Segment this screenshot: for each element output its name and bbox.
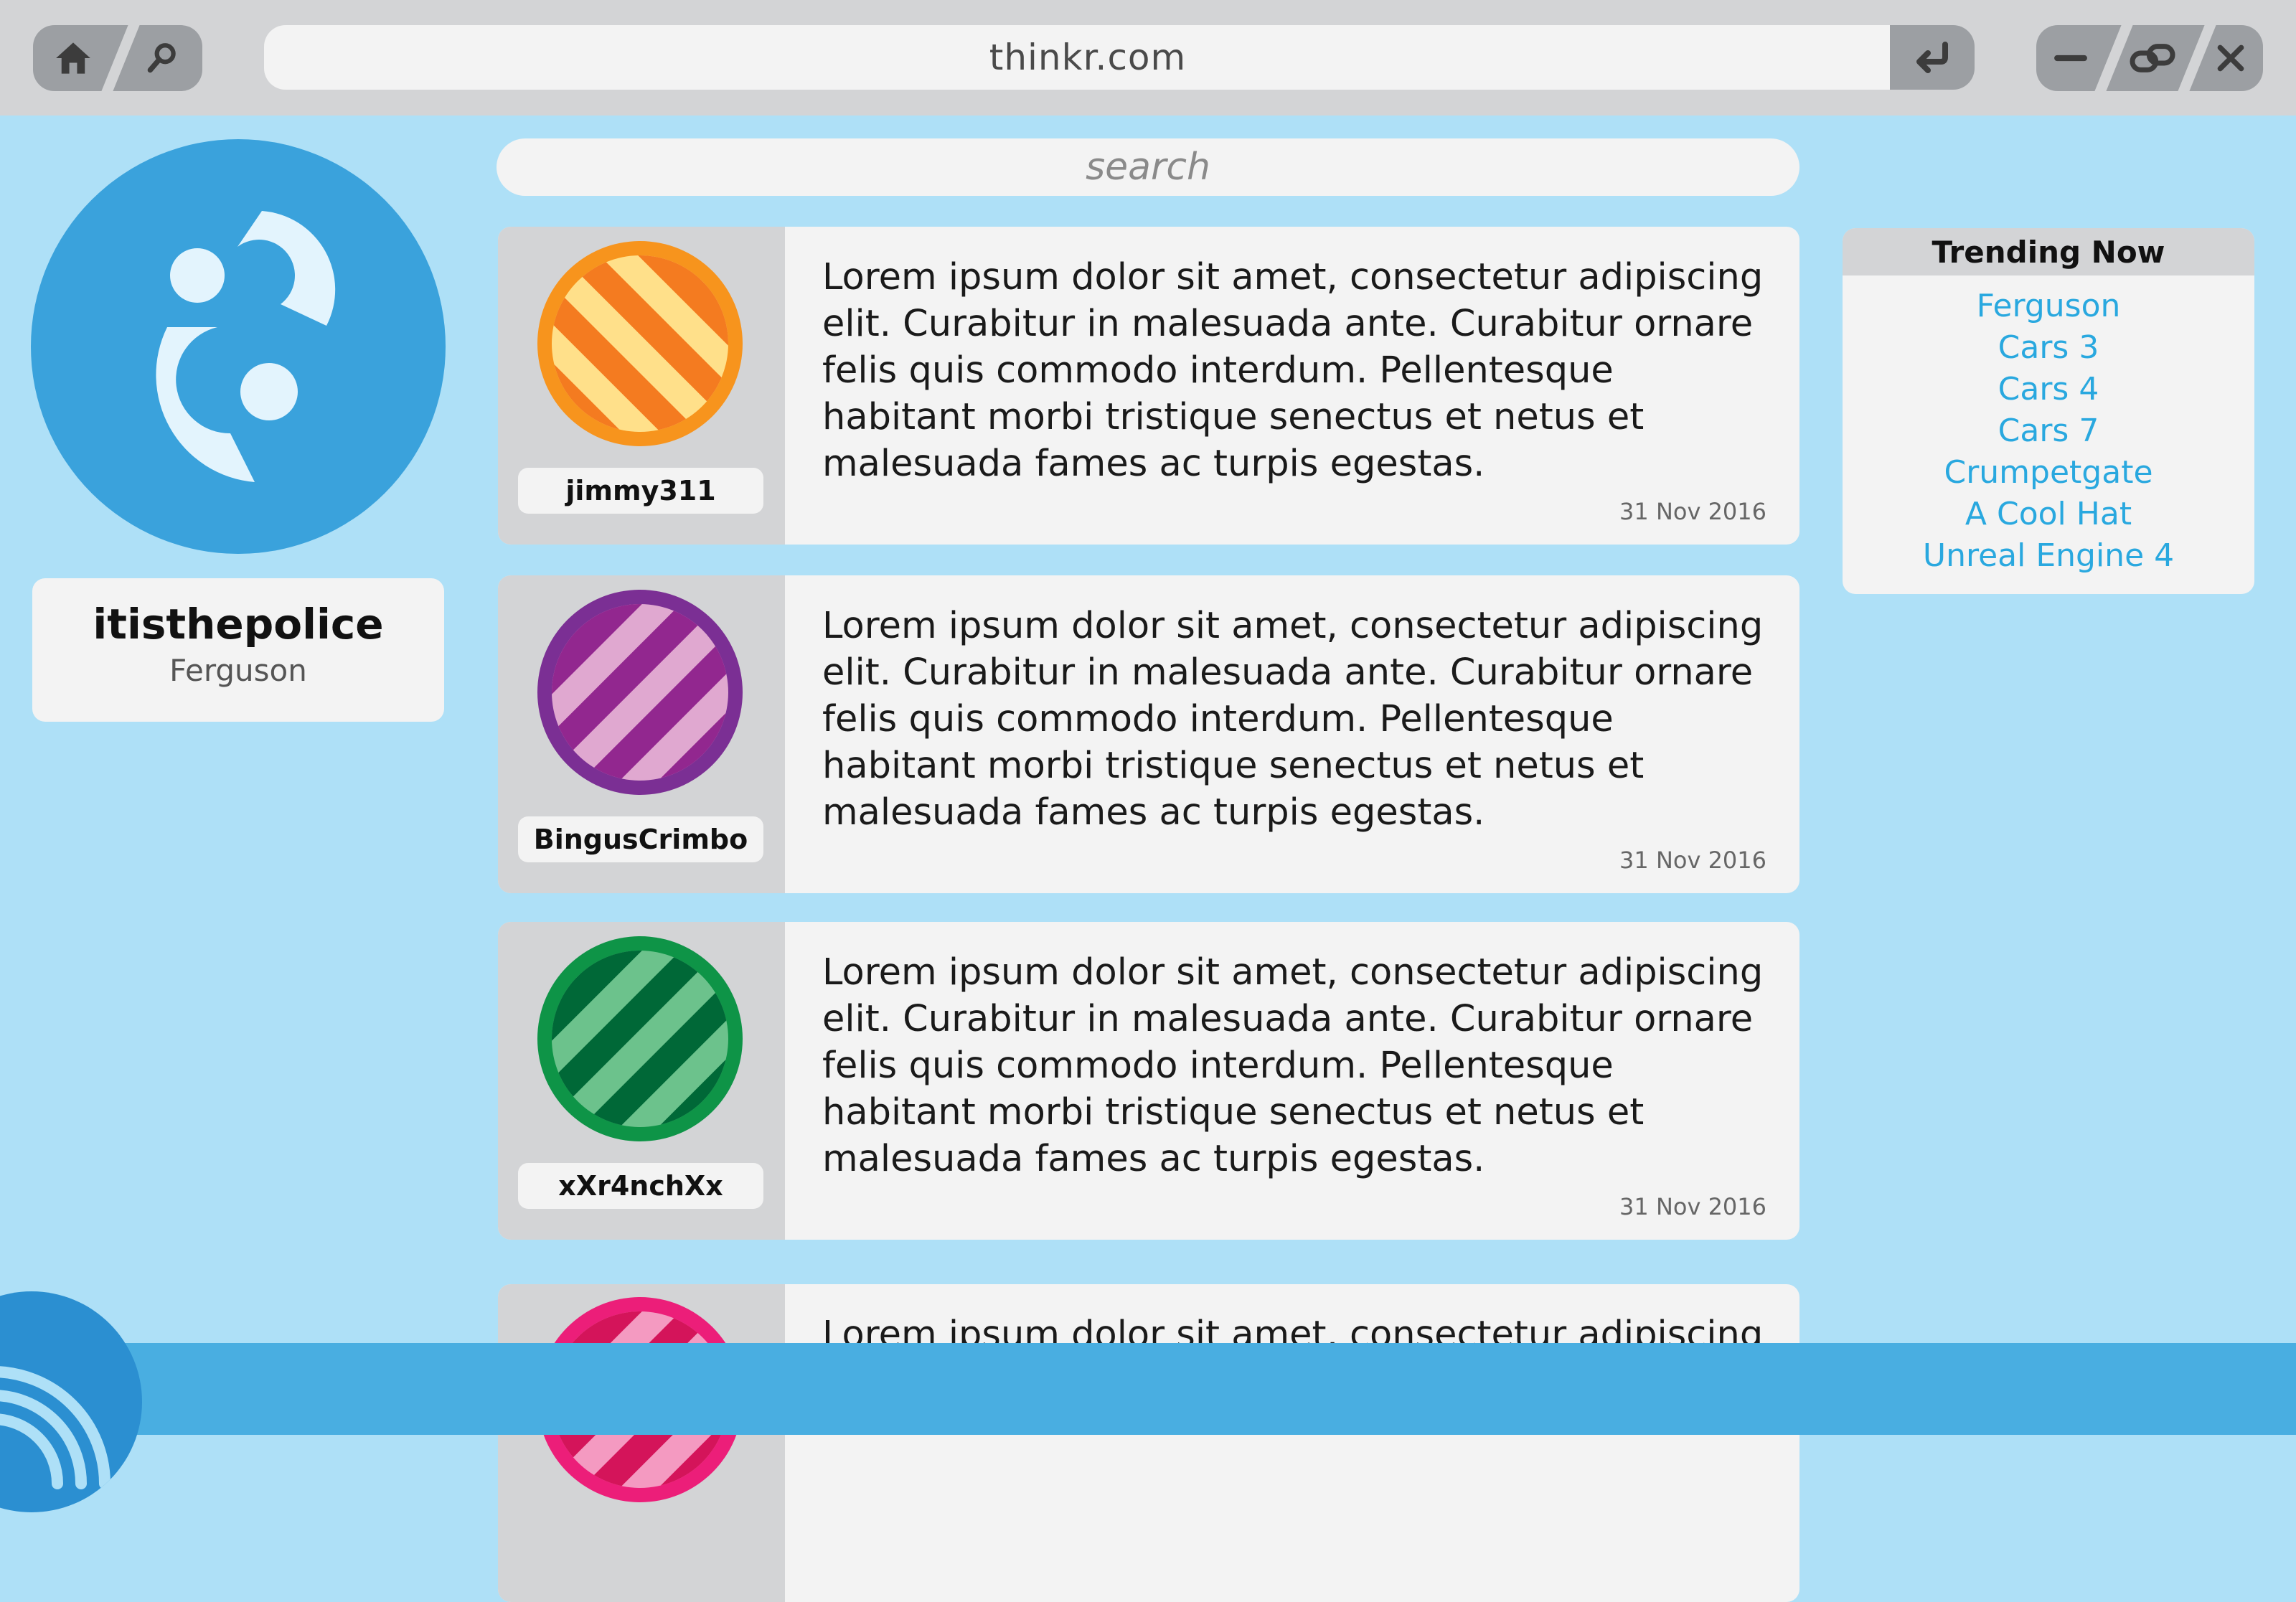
enter-icon [1916, 42, 1948, 73]
window-controls [2036, 25, 2263, 91]
post-author-panel: jimmy311 [498, 227, 785, 545]
trending-item[interactable]: Ferguson [1843, 286, 2254, 327]
feed-post[interactable]: jimmy311 Lorem ipsum dolor sit amet, con… [498, 227, 1799, 545]
trending-title: Trending Now [1843, 228, 2254, 275]
trending-item[interactable]: Cars 4 [1843, 369, 2254, 410]
avatar[interactable] [537, 590, 743, 795]
search-input[interactable]: search [497, 138, 1799, 196]
link-icon [2130, 44, 2175, 72]
feed-icon [0, 1366, 110, 1489]
question-mark-icon [156, 211, 336, 482]
feed-post[interactable]: Lorem ipsum dolor sit amet, consectetur … [498, 1284, 1799, 1602]
go-button[interactable] [1890, 25, 1975, 90]
trending-panel: Trending Now Ferguson Cars 3 Cars 4 Cars… [1843, 228, 2254, 594]
search-button[interactable] [122, 25, 202, 91]
trending-item[interactable]: A Cool Hat [1843, 494, 2254, 535]
trending-item[interactable]: Cars 3 [1843, 327, 2254, 369]
home-icon [56, 42, 90, 74]
address-bar[interactable]: thinkr.com [264, 25, 1911, 90]
home-button[interactable] [33, 25, 113, 91]
post-date: 31 Nov 2016 [1619, 1193, 1766, 1220]
post-author-panel: BingusCrimbo [498, 575, 785, 893]
post-username[interactable]: xXr4nchXx [518, 1163, 763, 1209]
trending-item[interactable]: Crumpetgate [1843, 452, 2254, 494]
profile-username: itisthepolice [93, 600, 384, 649]
profile-location: Ferguson [169, 653, 307, 688]
post-date: 31 Nov 2016 [1619, 847, 1766, 874]
post-text: Lorem ipsum dolor sit amet, consectetur … [822, 605, 1764, 834]
post-text: Lorem ipsum dolor sit amet, consectetur … [822, 256, 1764, 485]
bottom-bar [0, 1343, 2296, 1435]
feed-post[interactable]: BingusCrimbo Lorem ipsum dolor sit amet,… [498, 575, 1799, 893]
link-button[interactable] [2117, 25, 2188, 91]
post-username[interactable]: jimmy311 [518, 468, 763, 514]
post-username[interactable]: BingusCrimbo [518, 816, 763, 862]
close-icon [2217, 44, 2244, 72]
nav-button-group [33, 25, 202, 91]
feed-button[interactable] [0, 1291, 142, 1512]
post-text: Lorem ipsum dolor sit amet, consectetur … [822, 951, 1764, 1180]
minimize-button[interactable] [2036, 25, 2105, 91]
post-date: 31 Nov 2016 [1619, 498, 1766, 525]
trending-item[interactable]: Unreal Engine 4 [1843, 535, 2254, 577]
post-author-panel [498, 1284, 785, 1602]
avatar[interactable] [537, 936, 743, 1141]
trending-item[interactable]: Cars 7 [1843, 410, 2254, 452]
feed-post[interactable]: xXr4nchXx Lorem ipsum dolor sit amet, co… [498, 922, 1799, 1240]
close-button[interactable] [2198, 25, 2263, 91]
post-author-panel: xXr4nchXx [498, 922, 785, 1240]
profile-card[interactable]: itisthepolice Ferguson [32, 578, 444, 722]
minimize-icon [2054, 55, 2087, 62]
search-icon [147, 43, 176, 73]
browser-toolbar: thinkr.com [0, 0, 2296, 116]
avatar[interactable] [537, 241, 743, 446]
thinkr-logo [31, 139, 446, 554]
